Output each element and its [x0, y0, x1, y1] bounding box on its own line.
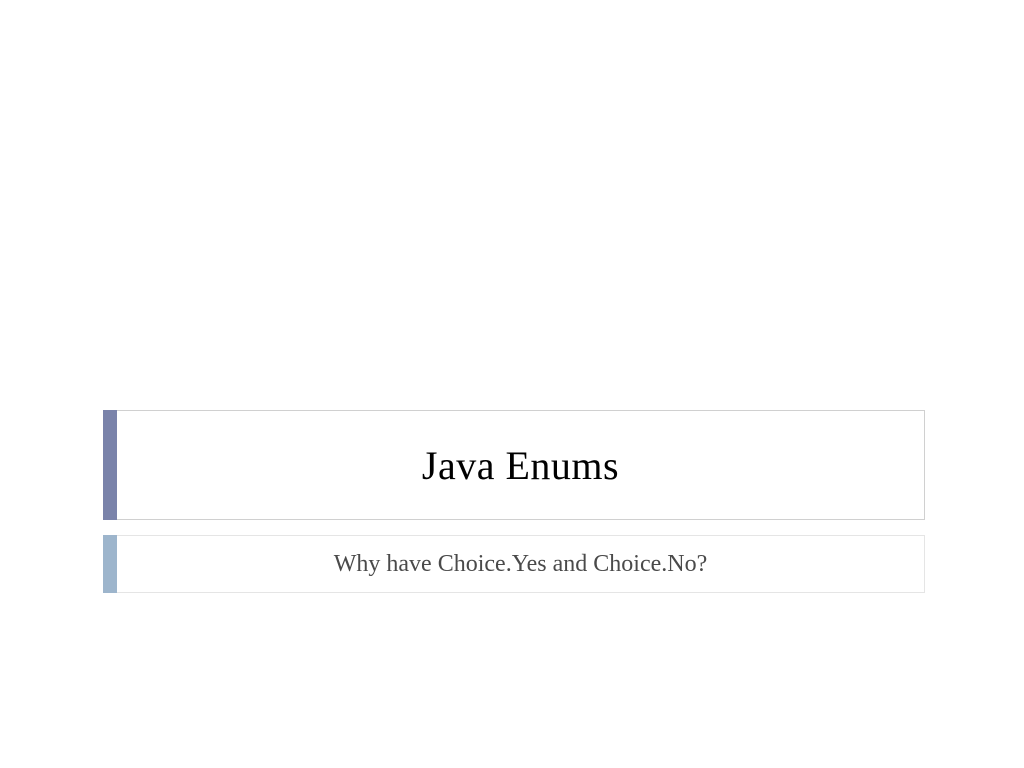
- slide-title: Java Enums: [422, 442, 619, 489]
- slide-subtitle: Why have Choice.Yes and Choice.No?: [334, 551, 707, 578]
- subtitle-content-box: Why have Choice.Yes and Choice.No?: [117, 535, 925, 593]
- title-content-box: Java Enums: [117, 410, 925, 520]
- title-block: Java Enums: [103, 410, 925, 520]
- subtitle-block: Why have Choice.Yes and Choice.No?: [103, 535, 925, 593]
- slide-container: Java Enums Why have Choice.Yes and Choic…: [0, 0, 1024, 768]
- subtitle-accent-bar: [103, 535, 117, 593]
- title-accent-bar: [103, 410, 117, 520]
